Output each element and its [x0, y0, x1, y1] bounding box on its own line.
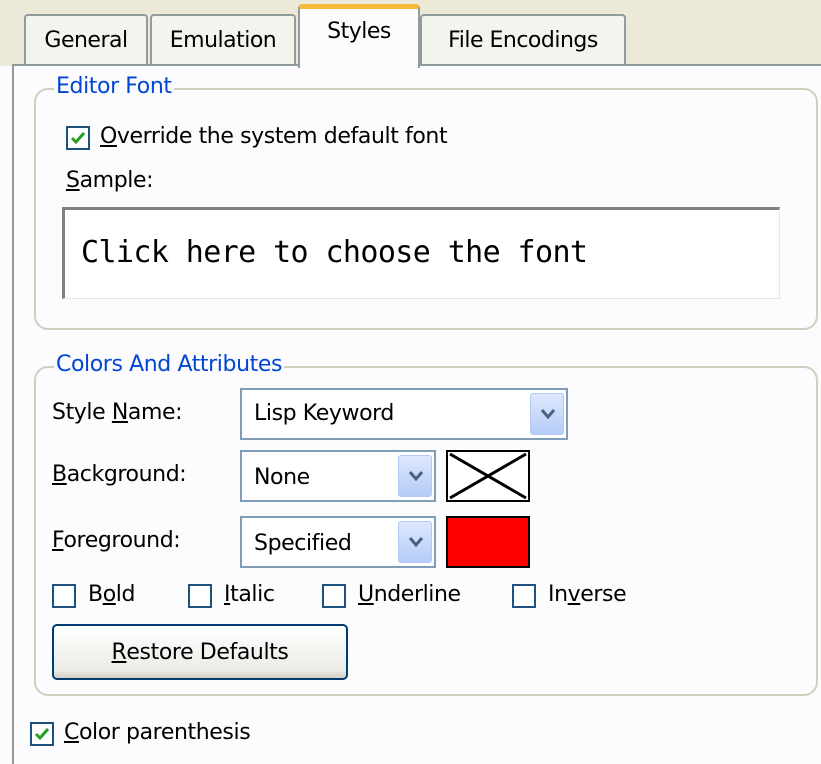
- tab-general[interactable]: General: [24, 14, 148, 64]
- tab-styles[interactable]: Styles: [298, 4, 420, 68]
- tab-emulation[interactable]: Emulation: [150, 14, 296, 64]
- tab-page-border: [12, 64, 821, 764]
- tab-file-encodings[interactable]: File Encodings: [420, 14, 626, 64]
